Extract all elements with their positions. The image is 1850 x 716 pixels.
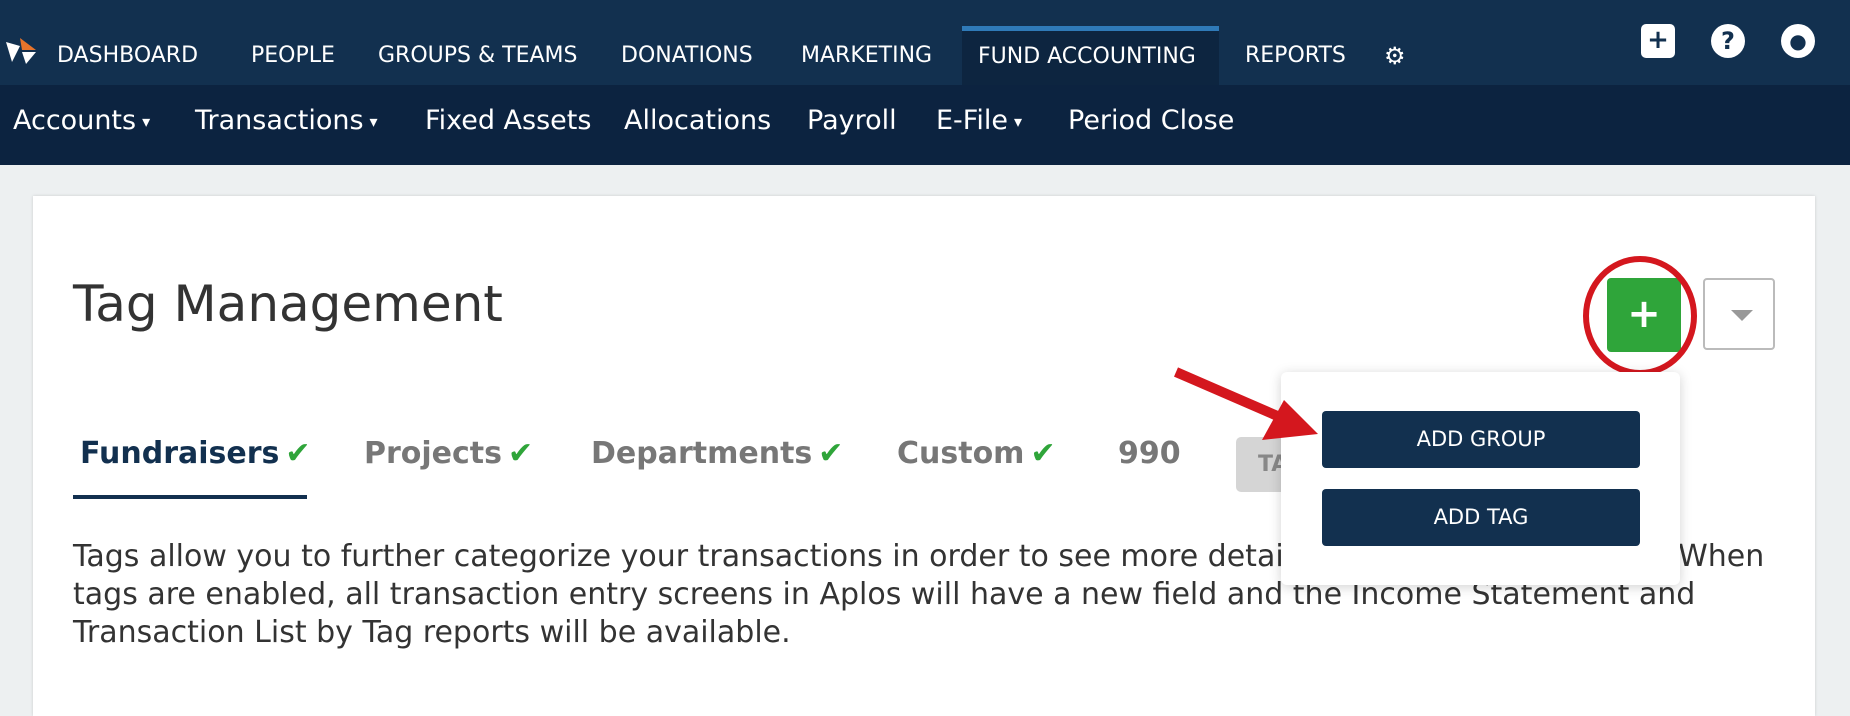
annotation-arrow xyxy=(1174,367,1318,440)
